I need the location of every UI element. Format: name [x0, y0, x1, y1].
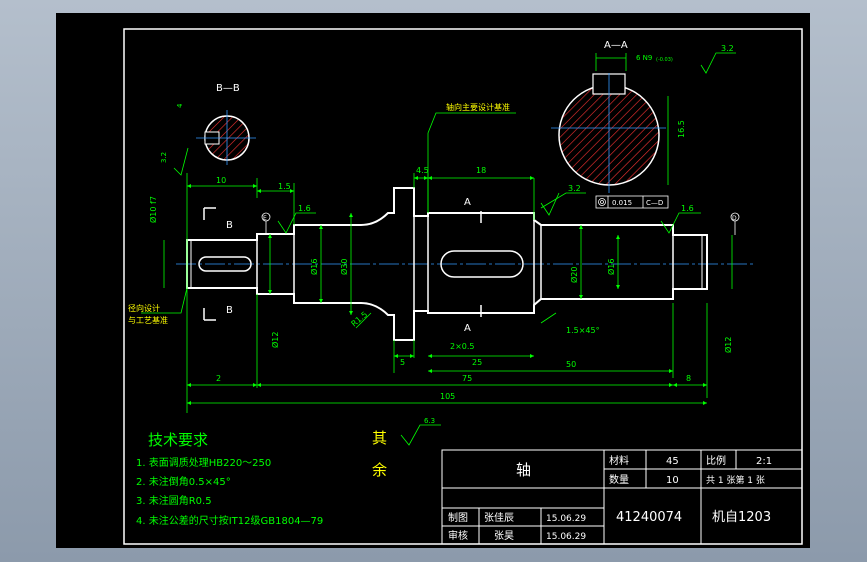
part-name: 轴	[516, 461, 531, 479]
radial-datum-note-2: 与工艺基准	[128, 315, 168, 325]
svg-text:0.015: 0.015	[612, 199, 632, 207]
drawing-number: 41240074	[616, 510, 682, 525]
drawn-date: 15.06.29	[546, 514, 586, 524]
dim-6-n9-tol: (-0.03)	[656, 57, 673, 63]
dim-4: 4	[176, 103, 184, 108]
material-label: 材料	[609, 454, 629, 467]
fillet-r1-5: R1.5	[350, 310, 370, 329]
dim-10: 10	[216, 176, 226, 185]
svg-text:B: B	[226, 305, 233, 316]
svg-text:E: E	[263, 215, 267, 222]
engineering-drawing: A—A 6 N9 (-0.03) 16.5 3.2 B—B 4 3.2 A A …	[123, 28, 803, 545]
svg-text:其: 其	[372, 429, 387, 447]
svg-text:6.3: 6.3	[424, 417, 435, 425]
dim-8: 8	[686, 374, 691, 383]
svg-text:A: A	[464, 197, 471, 208]
tech-req-title: 技术要求	[148, 431, 208, 449]
roughness-3-2-a-icon: 3.2	[700, 44, 736, 74]
quantity-value: 10	[666, 475, 679, 486]
svg-text:3.2: 3.2	[160, 152, 168, 163]
section-a-a-label: A—A	[604, 40, 628, 51]
section-a-a: A—A 6 N9 (-0.03) 16.5 3.2	[551, 40, 736, 193]
dim-18: 18	[476, 166, 486, 175]
dia-30: Ø30	[339, 259, 349, 275]
scale-value: 2:1	[756, 456, 772, 467]
section-b-b: B—B 4 3.2	[160, 83, 256, 176]
dim-1-5x45: 1.5×45°	[566, 326, 600, 335]
dia-10-left: Ø10 f7	[148, 196, 158, 223]
dim-75: 75	[462, 374, 472, 383]
roughness-1-6-left-icon: 1.6	[277, 204, 316, 234]
tech-req-item-4: 4. 未注公差的尺寸按IT12级GB1804—79	[136, 514, 323, 527]
svg-text:3.2: 3.2	[721, 44, 734, 53]
dia-16-left: Ø16	[309, 259, 319, 275]
checked-label: 审核	[448, 529, 468, 542]
tech-req-item-2: 2. 未注倒角0.5×45°	[136, 475, 231, 488]
scale-label: 比例	[706, 454, 726, 467]
checked-date: 15.06.29	[546, 532, 586, 542]
dia-12-left: Ø12	[270, 332, 280, 348]
material-value: 45	[666, 456, 679, 467]
axial-datum-note: 轴向主要设计基准	[446, 102, 510, 112]
dim-5: 5	[400, 358, 405, 367]
dim-4-5: 4.5	[416, 166, 429, 175]
datum-d-icon: D	[730, 212, 740, 235]
dia-16-right: Ø16	[606, 259, 616, 275]
datum-e-icon: E	[261, 212, 271, 234]
tech-req-item-3: 3. 未注圆角R0.5	[136, 494, 212, 507]
concentricity-icon	[598, 198, 606, 206]
tolerance-frame: 0.015 C—D	[595, 195, 669, 209]
svg-text:3.2: 3.2	[568, 184, 581, 193]
dim-50: 50	[566, 360, 576, 369]
class-name: 机自1203	[712, 510, 771, 525]
radial-datum-note-1: 径向设计	[128, 303, 160, 313]
checked-name: 张昊	[494, 530, 514, 542]
shaft-main-view: A A B B	[176, 187, 756, 341]
roughness-3-2-b-icon: 3.2	[160, 147, 189, 176]
dim-6-n9: 6 N9	[636, 54, 652, 62]
dim-25: 25	[472, 358, 482, 367]
dia-12-right: Ø12	[723, 337, 733, 353]
dia-20: Ø20	[569, 267, 579, 283]
section-b-b-label: B—B	[216, 83, 240, 94]
svg-text:余: 余	[372, 461, 387, 479]
drawn-name: 张佳辰	[484, 511, 514, 524]
remaining-roughness: 其 余 6.3	[372, 417, 441, 479]
drawn-label: 制图	[448, 511, 468, 524]
svg-text:1.6: 1.6	[681, 204, 694, 213]
sheets-text: 共 1 张第 1 张	[706, 474, 765, 486]
svg-text:B: B	[226, 220, 233, 231]
tech-req-item-1: 1. 表面调质处理HB220～250	[136, 456, 271, 469]
svg-text:A: A	[464, 323, 471, 334]
dim-105: 105	[440, 392, 455, 401]
title-block-text: 轴 材料 45 比例 2:1 数量 10 共 1 张第 1 张 制图 张佳辰 1…	[448, 454, 772, 542]
dim-2x0-5: 2×0.5	[450, 342, 475, 351]
dim-2: 2	[216, 374, 221, 383]
roughness-3-2-c-icon: 3.2	[540, 184, 581, 216]
quantity-label: 数量	[609, 473, 629, 486]
svg-text:C—D: C—D	[646, 199, 663, 207]
tech-requirements: 技术要求 1. 表面调质处理HB220～250 2. 未注倒角0.5×45° 3…	[136, 431, 323, 527]
roughness-6-3-icon	[400, 424, 441, 446]
svg-text:1.6: 1.6	[298, 204, 311, 213]
dim-1-5: 1.5	[278, 182, 291, 191]
drawing-sheet: A—A 6 N9 (-0.03) 16.5 3.2 B—B 4 3.2 A A …	[56, 13, 810, 548]
dim-16-5: 16.5	[677, 120, 686, 138]
svg-text:D: D	[732, 215, 737, 222]
